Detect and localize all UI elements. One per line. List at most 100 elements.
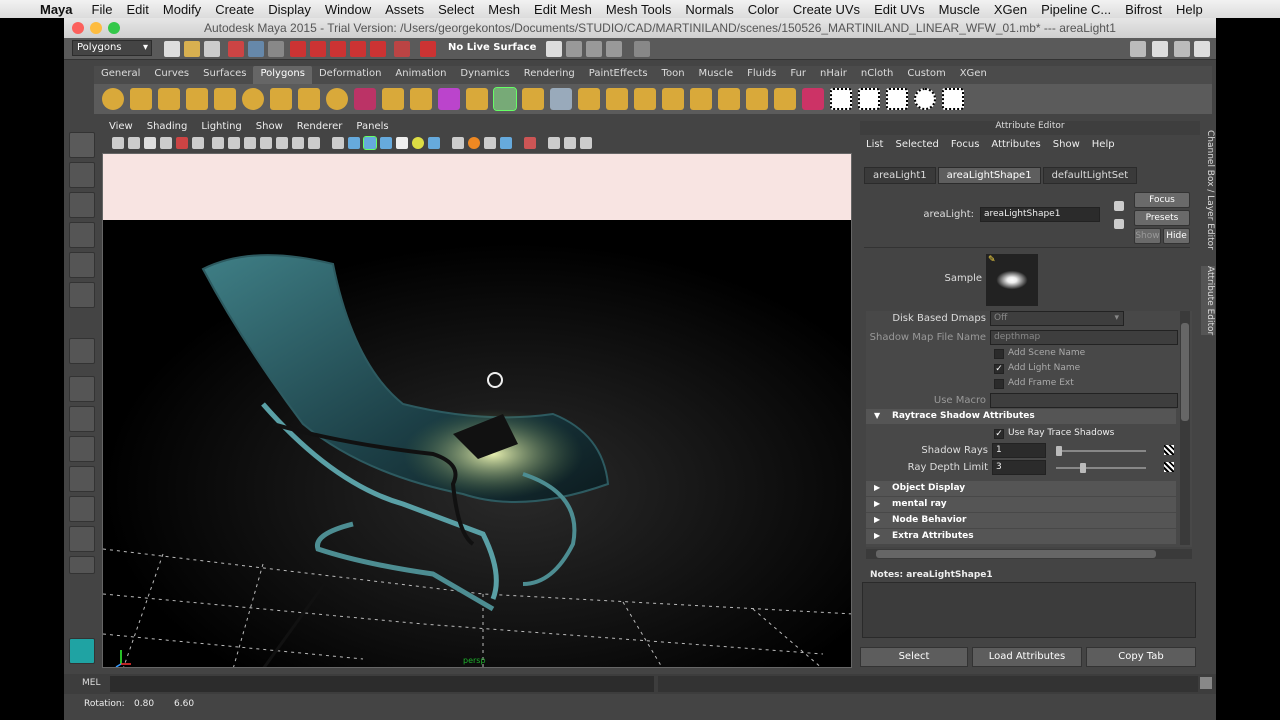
tab-defaultlightset[interactable]: defaultLightSet <box>1042 167 1138 184</box>
single-perspective-layout-icon[interactable] <box>69 376 95 402</box>
screen-space-ao-icon[interactable] <box>452 137 464 149</box>
hide-button[interactable]: Hide <box>1163 228 1190 244</box>
use-ray-trace-shadows-checkbox[interactable]: ✓ <box>994 429 1004 439</box>
ray-depth-limit-field[interactable]: 3 <box>992 460 1046 475</box>
object-display-section[interactable]: ▶ Object Display <box>866 481 1176 496</box>
menuset-dropdown[interactable]: Polygons ▾ <box>72 40 152 56</box>
add-frame-ext-checkbox[interactable] <box>994 379 1004 389</box>
menu-create-uvs[interactable]: Create UVs <box>786 2 867 17</box>
ae-menu-help[interactable]: Help <box>1086 139 1121 150</box>
shelf-tab-nhair[interactable]: nHair <box>813 66 854 84</box>
extrude-icon[interactable] <box>522 88 544 110</box>
smooth-icon[interactable] <box>438 88 460 110</box>
use-macro-field[interactable] <box>990 393 1178 408</box>
outliner-layout-icon[interactable] <box>69 526 95 552</box>
extra-attributes-section[interactable]: ▶ Extra Attributes <box>866 529 1176 544</box>
perspective-viewport[interactable]: persp <box>102 153 852 668</box>
shelf-tab-polygons[interactable]: Polygons <box>253 66 312 84</box>
poly-sphere-icon[interactable] <box>102 88 124 110</box>
combine-icon[interactable] <box>354 88 376 110</box>
menu-edit[interactable]: Edit <box>119 2 155 17</box>
menu-assets[interactable]: Assets <box>378 2 431 17</box>
tab-arealightshape1[interactable]: areaLightShape1 <box>937 167 1041 184</box>
shelf-tab-muscle[interactable]: Muscle <box>692 66 741 84</box>
menu-file[interactable]: File <box>85 2 120 17</box>
panel-menu-lighting[interactable]: Lighting <box>194 121 248 135</box>
close-icon[interactable] <box>72 22 84 34</box>
offset-edge-loop-icon[interactable] <box>774 88 796 110</box>
notes-textarea[interactable] <box>862 582 1196 638</box>
more-layouts-icon[interactable] <box>69 556 95 574</box>
panel-menu-view[interactable]: View <box>102 121 140 135</box>
load-attributes-button[interactable]: Load Attributes <box>972 647 1082 667</box>
tool-settings-icon[interactable] <box>1174 41 1190 57</box>
select-camera-icon[interactable] <box>112 137 124 149</box>
poly-plane-icon[interactable] <box>214 88 236 110</box>
wireframe-on-shaded-icon[interactable] <box>363 136 377 150</box>
add-scene-name-checkbox[interactable] <box>994 349 1004 359</box>
shadow-map-file-field[interactable]: depthmap <box>990 330 1178 345</box>
film-gate-icon[interactable] <box>228 137 240 149</box>
shadow-rays-field[interactable]: 1 <box>992 443 1046 458</box>
shelf-tab-toon[interactable]: Toon <box>655 66 692 84</box>
menu-color[interactable]: Color <box>741 2 786 17</box>
field-chart-icon[interactable] <box>276 137 288 149</box>
xray-icon[interactable] <box>428 137 440 149</box>
insert-edge-loop-icon[interactable] <box>746 88 768 110</box>
select-tool-icon[interactable] <box>69 132 95 158</box>
menu-mesh-tools[interactable]: Mesh Tools <box>599 2 679 17</box>
safe-action-icon[interactable] <box>292 137 304 149</box>
persp-outliner-layout-icon[interactable] <box>69 436 95 462</box>
select-hierarchy-icon[interactable] <box>228 41 244 57</box>
copy-tab-button[interactable]: Copy Tab <box>1086 647 1196 667</box>
xgen-icon[interactable] <box>69 638 95 664</box>
poly-pipe-icon[interactable] <box>298 88 320 110</box>
xray-joints-icon[interactable] <box>548 137 560 149</box>
move-tool-icon[interactable] <box>69 222 95 248</box>
shelf-tab-surfaces[interactable]: Surfaces <box>196 66 253 84</box>
poly-torus-icon[interactable] <box>242 88 264 110</box>
image-plane-icon[interactable] <box>160 137 172 149</box>
menu-modify[interactable]: Modify <box>156 2 208 17</box>
minimize-icon[interactable] <box>90 22 102 34</box>
resolution-gate-icon[interactable] <box>244 137 256 149</box>
panel-menu-shading[interactable]: Shading <box>140 121 195 135</box>
mel-input[interactable] <box>110 676 654 692</box>
shelf-tab-general[interactable]: General <box>94 66 147 84</box>
uv-editor-icon[interactable] <box>942 88 964 110</box>
new-scene-icon[interactable] <box>164 41 180 57</box>
use-all-lights-icon[interactable] <box>396 137 408 149</box>
mel-label[interactable]: MEL <box>82 678 100 688</box>
shelf-tab-xgen[interactable]: XGen <box>953 66 994 84</box>
wireframe-icon[interactable] <box>332 137 344 149</box>
menu-help[interactable]: Help <box>1169 2 1210 17</box>
menu-mesh[interactable]: Mesh <box>481 2 527 17</box>
gate-mask-icon[interactable] <box>260 137 272 149</box>
last-tool-icon[interactable] <box>69 338 95 364</box>
shelf-tab-fluids[interactable]: Fluids <box>740 66 783 84</box>
panel-menu-renderer[interactable]: Renderer <box>290 121 350 135</box>
shelf-tab-deformation[interactable]: Deformation <box>312 66 388 84</box>
persp-graph-layout-icon[interactable] <box>69 466 95 492</box>
four-view-layout-icon[interactable] <box>69 406 95 432</box>
ae-menu-focus[interactable]: Focus <box>945 139 986 150</box>
zoom-icon[interactable] <box>108 22 120 34</box>
menu-select[interactable]: Select <box>431 2 481 17</box>
live-surface-icon[interactable] <box>420 41 436 57</box>
go-to-input-icon[interactable] <box>1114 201 1124 211</box>
snap-curve-icon[interactable] <box>310 41 326 57</box>
paint-select-tool-icon[interactable] <box>69 192 95 218</box>
shadow-rays-slider-handle[interactable] <box>1056 446 1062 456</box>
hypershade-icon[interactable] <box>634 41 650 57</box>
script-editor-icon[interactable] <box>1200 677 1212 689</box>
camera-attributes-icon[interactable] <box>128 137 140 149</box>
ipr-render-icon[interactable] <box>586 41 602 57</box>
menu-normals[interactable]: Normals <box>678 2 740 17</box>
shelf-tab-ncloth[interactable]: nCloth <box>854 66 900 84</box>
smooth-shade-icon[interactable] <box>348 137 360 149</box>
scale-tool-icon[interactable] <box>69 282 95 308</box>
poly-cylinder-icon[interactable] <box>158 88 180 110</box>
shelf-tab-rendering[interactable]: Rendering <box>517 66 582 84</box>
ae-menu-selected[interactable]: Selected <box>889 139 944 150</box>
modeling-toolkit-icon[interactable] <box>1130 41 1146 57</box>
